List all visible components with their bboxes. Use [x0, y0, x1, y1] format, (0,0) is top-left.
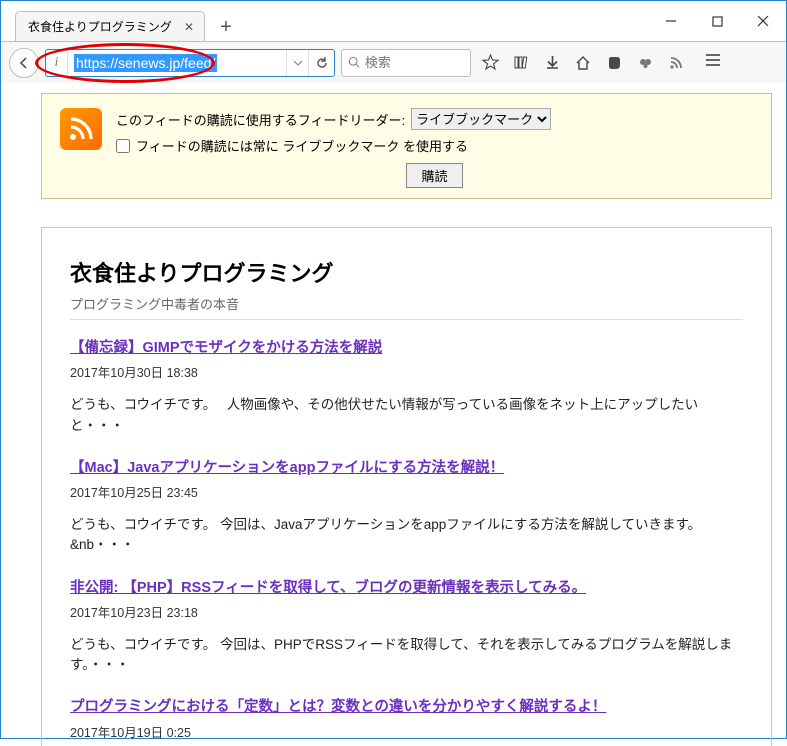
rss-toolbar-icon[interactable] — [667, 54, 685, 72]
search-input[interactable] — [365, 55, 464, 70]
entry-date: 2017年10月25日 23:45 — [70, 482, 743, 501]
feed-box: 衣食住よりプログラミング プログラミング中毒者の本音 【備忘録】GIMPでモザイ… — [41, 227, 772, 746]
entry-date: 2017年10月23日 23:18 — [70, 602, 743, 621]
entry-excerpt: どうも、コウイチです。 今回は、PHPでRSSフィードを取得して、それを表示して… — [70, 635, 743, 676]
feed-subtitle: プログラミング中毒者の本音 — [70, 294, 743, 320]
site-info-icon[interactable]: i — [46, 50, 68, 76]
feed-subscribe-box: このフィードの購読に使用するフィードリーダー: ライブブックマーク フィードの購… — [41, 93, 772, 199]
tab-close-icon[interactable]: ✕ — [172, 20, 194, 34]
menu-button[interactable] — [705, 53, 721, 72]
url-input[interactable]: https://senews.jp/feed/ — [68, 55, 286, 71]
minimize-button[interactable] — [648, 6, 694, 36]
always-label: フィードの購読には常に ライブブックマーク を使用する — [136, 136, 468, 155]
url-bar[interactable]: i https://senews.jp/feed/ — [45, 49, 335, 77]
feed-title: 衣食住よりプログラミング — [70, 256, 743, 288]
tab-title: 衣食住よりプログラミング — [28, 18, 172, 35]
feed-entry: 非公開: 【PHP】RSSフィードを取得して、ブログの更新情報を表示してみる。 2… — [70, 578, 743, 676]
page-content: このフィードの購読に使用するフィードリーダー: ライブブックマーク フィードの購… — [1, 83, 786, 746]
search-icon — [348, 55, 361, 70]
entry-title-link[interactable]: 【備忘録】GIMPでモザイクをかける方法を解説 — [70, 340, 382, 356]
browser-tab[interactable]: 衣食住よりプログラミング ✕ — [15, 11, 205, 41]
search-box[interactable] — [341, 49, 471, 77]
feed-entry: 【Mac】Javaアプリケーションをappファイルにする方法を解説！ 2017年1… — [70, 458, 743, 556]
rss-icon — [60, 108, 102, 150]
reader-label: このフィードの購読に使用するフィードリーダー: — [116, 110, 405, 129]
feed-entry: 【備忘録】GIMPでモザイクをかける方法を解説 2017年10月30日 18:38… — [70, 338, 743, 436]
reload-button[interactable] — [308, 50, 334, 76]
entry-date: 2017年10月19日 0:25 — [70, 722, 743, 741]
url-text-selected: https://senews.jp/feed/ — [74, 54, 217, 72]
reader-select[interactable]: ライブブックマーク — [411, 108, 551, 130]
entry-title-link[interactable]: プログラミングにおける「定数」とは？変数との違いを分かりやすく解説するよ！ — [70, 699, 606, 715]
toolbar-icons — [481, 54, 685, 72]
entry-date: 2017年10月30日 18:38 — [70, 362, 743, 381]
bookmark-star-icon[interactable] — [481, 54, 499, 72]
maximize-button[interactable] — [694, 6, 740, 36]
window-controls — [648, 6, 786, 36]
entry-title-link[interactable]: 非公開: 【PHP】RSSフィードを取得して、ブログの更新情報を表示してみる。 — [70, 580, 586, 596]
home-icon[interactable] — [574, 54, 592, 72]
entry-title-link[interactable]: 【Mac】Javaアプリケーションをappファイルにする方法を解説！ — [70, 460, 504, 476]
close-button[interactable] — [740, 6, 786, 36]
entry-excerpt: どうも、コウイチです。 人物画像や、その他伏せたい情報が写っている画像をネット上… — [70, 395, 743, 436]
back-button[interactable] — [9, 48, 39, 78]
new-tab-button[interactable]: + — [211, 13, 241, 41]
always-checkbox[interactable] — [116, 139, 130, 153]
entry-excerpt: どうも、コウイチです。 今回は、Javaアプリケーションをappファイルにする方… — [70, 515, 743, 556]
library-icon[interactable] — [512, 54, 530, 72]
evernote-icon[interactable] — [605, 54, 623, 72]
nav-toolbar: i https://senews.jp/feed/ — [1, 41, 786, 83]
extension-icon[interactable] — [636, 54, 654, 72]
subscribe-button[interactable]: 購読 — [406, 163, 462, 188]
url-dropdown-icon[interactable] — [286, 50, 308, 76]
downloads-icon[interactable] — [543, 54, 561, 72]
